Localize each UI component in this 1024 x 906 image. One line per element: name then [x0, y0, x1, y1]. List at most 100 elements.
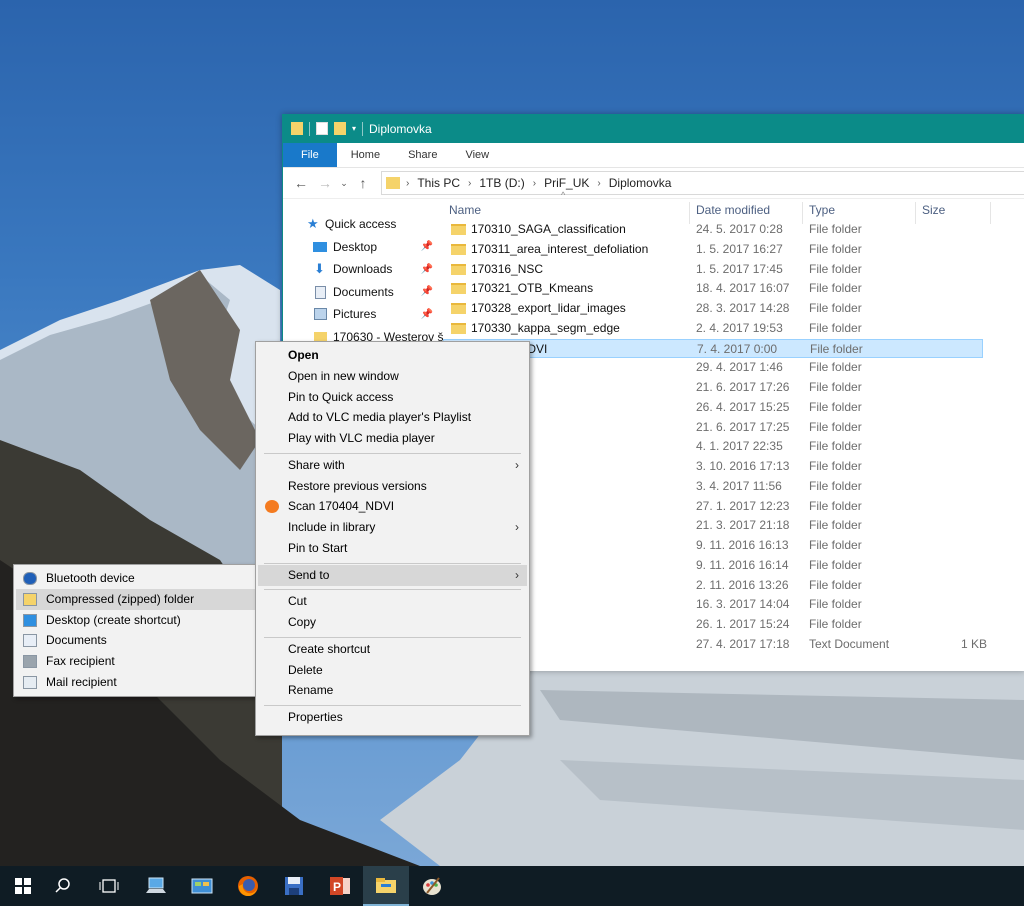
network-laptop-icon[interactable] — [133, 866, 179, 906]
send-to-item-documents[interactable]: Documents — [16, 630, 255, 651]
column-type[interactable]: Type — [803, 202, 916, 224]
send-to-item-mail-recipient[interactable]: Mail recipient — [16, 672, 255, 693]
folder-icon — [291, 122, 303, 135]
new-folder-icon[interactable] — [334, 122, 346, 135]
table-row[interactable]: 170330_kappa_segm_edge 2. 4. 2017 19:53 Fi… — [443, 319, 983, 339]
menu-item-delete[interactable]: Delete — [258, 660, 527, 681]
menu-item-scan-170404-ndvi[interactable]: Scan 170404_NDVI — [258, 496, 527, 517]
tab-view[interactable]: View — [451, 143, 503, 167]
column-size[interactable]: Size — [916, 202, 991, 224]
tab-home[interactable]: Home — [337, 143, 394, 167]
menu-item-rename[interactable]: Rename — [258, 680, 527, 701]
breadcrumb-diplomovka[interactable]: Diplomovka — [609, 176, 672, 190]
save-disk-icon[interactable] — [271, 866, 317, 906]
column-name[interactable]: Name — [443, 202, 690, 224]
file-date-modified: 3. 10. 2016 17:13 — [696, 459, 790, 473]
forward-arrow-icon[interactable]: → — [313, 175, 337, 191]
pin-icon[interactable]: 📌 — [421, 286, 433, 297]
file-type: File folder — [809, 439, 862, 454]
ribbon-tabs: File Home Share View — [283, 143, 1024, 168]
file-type: Text Document — [809, 636, 890, 651]
send-to-item-compressed-zipped-folder[interactable]: Compressed (zipped) folder — [16, 588, 255, 610]
table-row[interactable]: 170321_OTB_Kmeans 18. 4. 2017 16:07 File f… — [443, 279, 983, 299]
table-row[interactable]: 170311_area_interest_defoliation 1. 5. 20… — [443, 240, 983, 260]
nav-item-downloads[interactable]: ⬇ Downloads 📌 — [283, 258, 433, 281]
menu-item-cut[interactable]: Cut — [258, 591, 527, 612]
menu-separator — [264, 636, 521, 638]
task-view-icon[interactable] — [86, 866, 132, 906]
menu-item-label: Documents — [46, 633, 107, 648]
up-arrow-icon[interactable]: ↑ — [351, 175, 375, 191]
breadcrumb-prif-uk[interactable]: PriF_UK — [544, 176, 589, 190]
chevron-right-icon[interactable]: › — [597, 178, 600, 189]
control-panel-icon[interactable] — [179, 866, 225, 906]
menu-item-restore-previous-versions[interactable]: Restore previous versions — [258, 476, 527, 497]
sort-chevron-icon: ^ — [561, 190, 566, 200]
file-date-modified: 26. 1. 2017 15:24 — [696, 617, 790, 631]
file-type: File folder — [809, 224, 862, 236]
nav-item-documents[interactable]: Documents 📌 — [283, 281, 433, 304]
paint-icon[interactable] — [409, 866, 455, 906]
chevron-right-icon[interactable]: › — [533, 178, 536, 189]
title-bar[interactable]: ▾ Diplomovka — [283, 114, 1024, 143]
breadcrumb-this-pc[interactable]: This PC — [417, 176, 460, 190]
menu-item-open-in-new-window[interactable]: Open in new window — [258, 366, 527, 387]
file-date-modified: 4. 1. 2017 22:35 — [696, 439, 783, 454]
file-date-modified: 27. 4. 2017 17:18 — [696, 636, 790, 651]
menu-item-copy[interactable]: Copy — [258, 612, 527, 633]
breadcrumb-drive[interactable]: 1TB (D:) — [479, 176, 524, 190]
pin-icon[interactable]: 📌 — [421, 309, 433, 320]
send-to-submenu: Bluetooth device Compressed (zipped) fold… — [13, 564, 258, 697]
table-row[interactable]: 170316_NSC 1. 5. 2017 17:45 File folder — [443, 260, 983, 280]
menu-item-play-with-vlc-media-player[interactable]: Play with VLC media player — [258, 428, 527, 449]
menu-item-pin-to-start[interactable]: Pin to Start — [258, 538, 527, 559]
column-headers: ^ Name Date modified Type Size — [443, 190, 1023, 224]
table-row[interactable]: 170328_export_lidar_images 28. 3. 2017 14… — [443, 299, 983, 319]
recent-locations-icon[interactable]: ⌄ — [337, 178, 351, 189]
menu-item-include-in-library[interactable]: Include in library › — [258, 517, 527, 538]
menu-item-pin-to-quick-access[interactable]: Pin to Quick access — [258, 387, 527, 408]
file-date-modified: 29. 4. 2017 1:46 — [696, 360, 783, 375]
tab-file[interactable]: File — [283, 143, 337, 167]
chevron-right-icon[interactable]: › — [468, 178, 471, 189]
pin-icon[interactable]: 📌 — [421, 264, 433, 275]
file-date-modified: 21. 6. 2017 17:26 — [696, 380, 790, 394]
search-icon[interactable] — [40, 866, 86, 906]
send-to-item-desktop-create-shortcut[interactable]: Desktop (create shortcut) — [16, 610, 255, 631]
chevron-right-icon[interactable]: › — [406, 178, 409, 189]
nav-item-pictures[interactable]: Pictures 📌 — [283, 303, 433, 326]
table-row[interactable]: 170310_SAGA_classification 24. 5. 2017 0:… — [443, 224, 983, 240]
star-icon: ★ — [307, 216, 319, 232]
address-bar[interactable]: › This PC › 1TB (D:) › PriF_UK › Diplomo… — [381, 171, 1024, 195]
send-to-item-bluetooth-device[interactable]: Bluetooth device — [16, 568, 255, 589]
menu-item-add-to-vlc-media-player-s-playlist[interactable]: Add to VLC media player's Playlist — [258, 407, 527, 428]
file-size: 1 KB — [961, 636, 988, 651]
firefox-icon[interactable] — [225, 866, 271, 906]
file-type: File folder — [809, 518, 862, 533]
powerpoint-icon[interactable]: P — [317, 866, 363, 906]
nav-item-desktop[interactable]: Desktop 📌 — [283, 236, 433, 259]
column-date-modified[interactable]: Date modified — [690, 202, 803, 224]
properties-icon[interactable] — [316, 122, 328, 135]
send-to-item-fax-recipient[interactable]: Fax recipient — [16, 651, 255, 672]
window-title: Diplomovka — [369, 121, 432, 136]
file-date-modified: 9. 11. 2016 16:13 — [696, 538, 789, 552]
menu-item-create-shortcut[interactable]: Create shortcut — [258, 639, 527, 660]
menu-item-share-with[interactable]: Share with › — [258, 455, 527, 476]
file-explorer-icon[interactable] — [363, 866, 409, 906]
menu-item-open[interactable]: Open — [258, 345, 527, 366]
quick-access-dropdown-icon[interactable]: ▾ — [352, 124, 356, 133]
file-date-modified: 2. 11. 2016 13:26 — [696, 577, 789, 592]
menu-item-label: Rename — [288, 683, 334, 698]
file-date-modified: 16. 3. 2017 14:04 — [696, 597, 790, 612]
menu-item-send-to[interactable]: Send to › — [258, 564, 527, 586]
nav-item-quick-access[interactable]: ★ Quick access — [283, 213, 433, 236]
back-arrow-icon[interactable]: ← — [289, 175, 313, 191]
file-name: 170310_SAGA_classification — [471, 224, 626, 236]
file-type: File folder — [809, 380, 862, 394]
menu-item-properties[interactable]: Properties — [258, 707, 527, 728]
menu-separator — [264, 589, 521, 591]
avast-icon — [265, 500, 279, 514]
pin-icon[interactable]: 📌 — [421, 241, 433, 252]
tab-share[interactable]: Share — [394, 143, 451, 167]
